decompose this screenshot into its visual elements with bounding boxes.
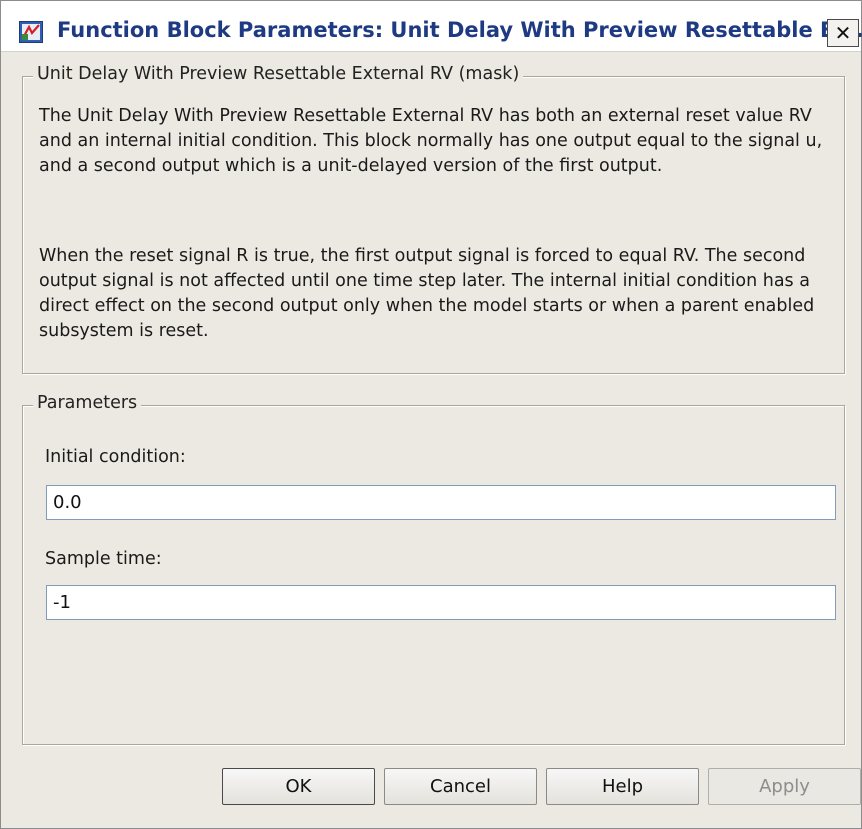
mask-description-paragraph-2: When the reset signal R is true, the fir…: [39, 246, 815, 341]
mask-group-title: Unit Delay With Preview Resettable Exter…: [33, 64, 524, 84]
title-bar[interactable]: Function Block Parameters: Unit Delay Wi…: [1, 1, 862, 52]
initial-condition-input[interactable]: [46, 485, 836, 520]
close-icon[interactable]: ✕: [827, 19, 859, 47]
ok-button[interactable]: OK: [222, 768, 375, 805]
window-title: Function Block Parameters: Unit Delay Wi…: [57, 18, 862, 42]
parameters-group-title: Parameters: [33, 393, 142, 413]
function-block-parameters-dialog: Function Block Parameters: Unit Delay Wi…: [0, 0, 862, 829]
sample-time-label: Sample time:: [45, 549, 162, 569]
sample-time-input[interactable]: [46, 585, 836, 620]
mask-description-paragraph-1: The Unit Delay With Preview Resettable E…: [39, 106, 823, 176]
help-button[interactable]: Help: [546, 768, 699, 805]
initial-condition-label: Initial condition:: [45, 447, 186, 467]
apply-button[interactable]: Apply: [708, 768, 861, 805]
simulink-block-icon: [19, 21, 43, 43]
cancel-button[interactable]: Cancel: [384, 768, 537, 805]
